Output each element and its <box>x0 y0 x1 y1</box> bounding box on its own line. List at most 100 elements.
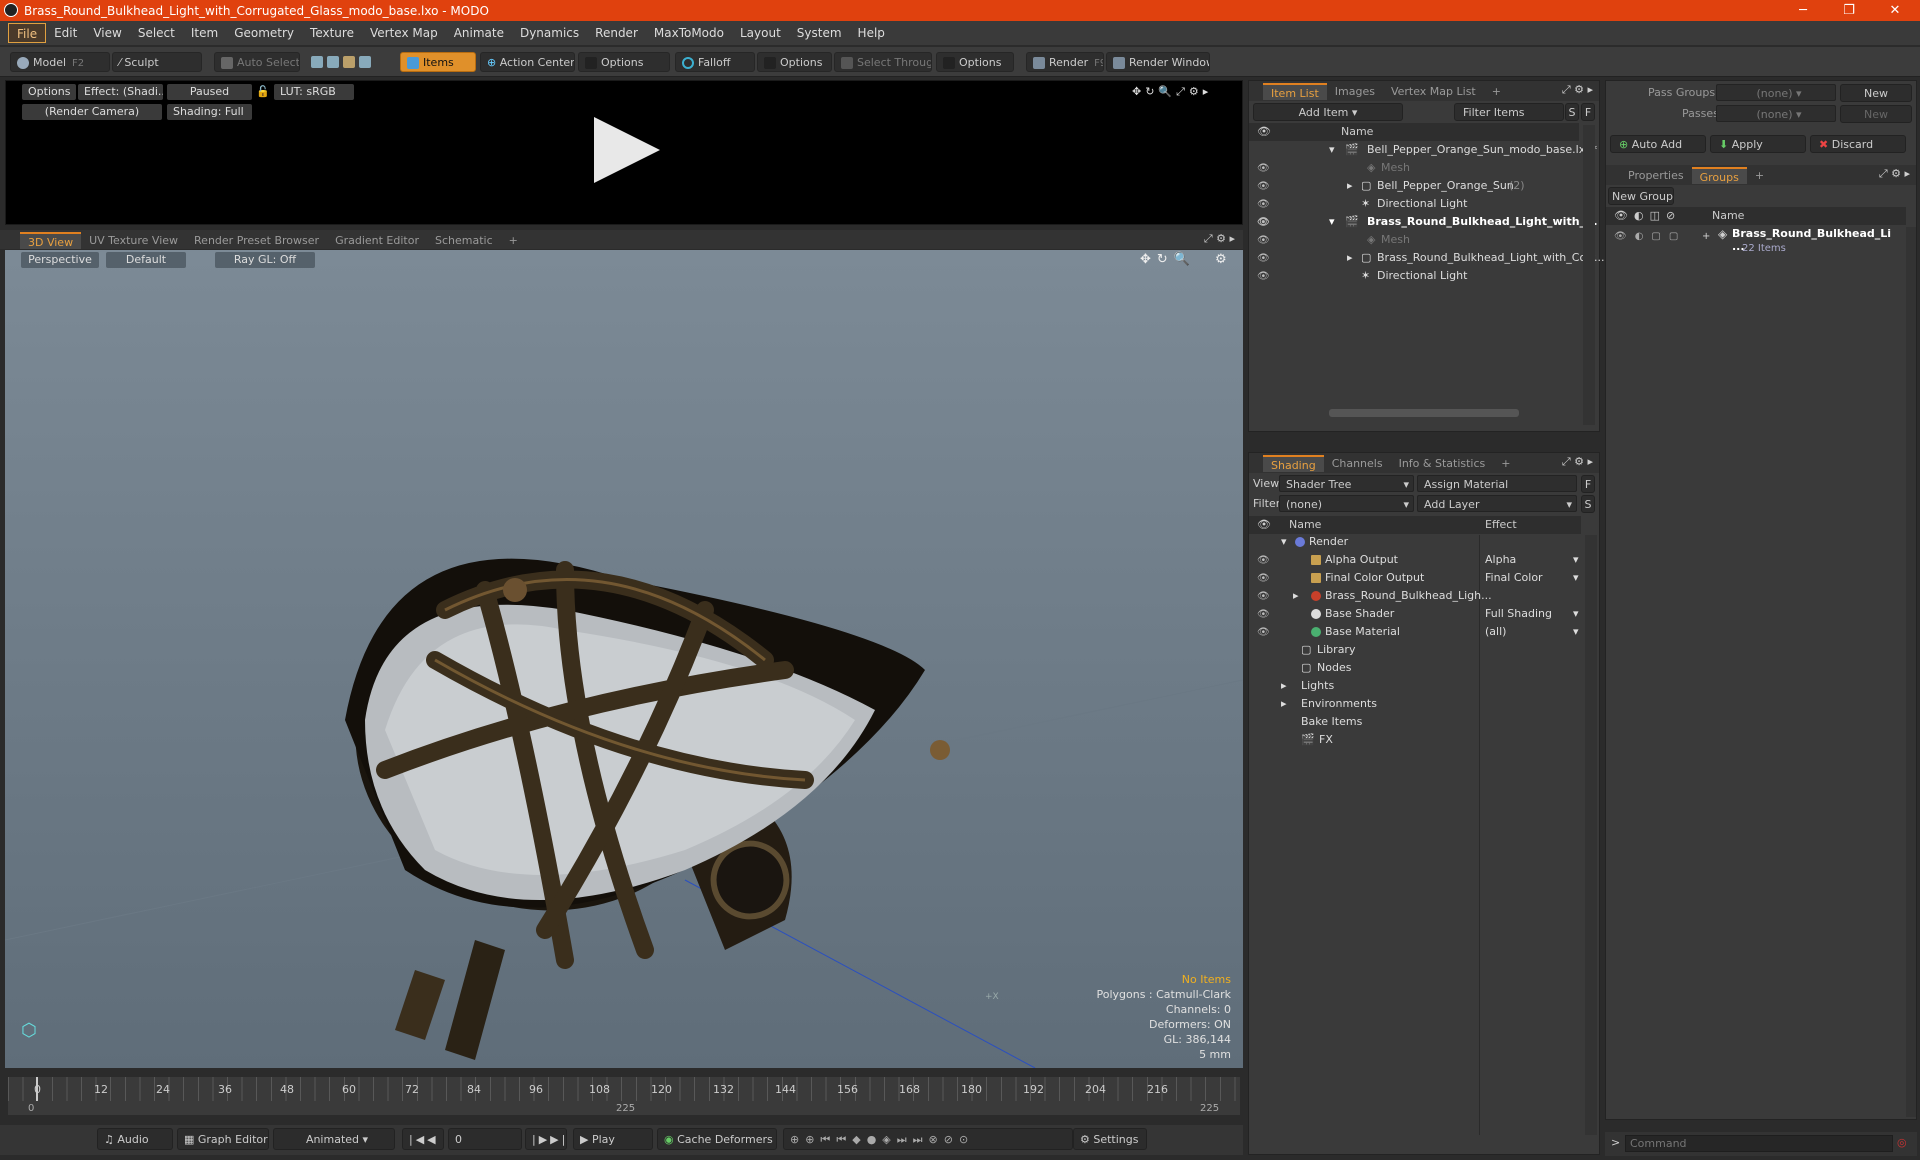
menu-render[interactable]: Render <box>587 23 646 43</box>
passes-dropdown[interactable]: (none) ▾ <box>1716 105 1836 122</box>
minimize-button[interactable]: ─ <box>1780 0 1826 21</box>
menu-animate[interactable]: Animate <box>446 23 512 43</box>
new-pass-button[interactable]: New <box>1840 105 1912 123</box>
items-mode-button[interactable]: Items <box>400 52 476 72</box>
panel-options-icon[interactable]: ⤢ ⚙ ▸ <box>1879 167 1910 181</box>
menu-select[interactable]: Select <box>130 23 183 43</box>
skip-back-icons[interactable]: |◀◀ <box>402 1128 444 1150</box>
shader-row[interactable]: ▾ Render <box>1249 535 1599 553</box>
dropdown-arrow-icon[interactable]: ▾ <box>1573 571 1579 584</box>
auto-select-button[interactable]: Auto Select <box>214 52 300 72</box>
apply-button[interactable]: ⬇ Apply <box>1710 135 1806 153</box>
animated-dropdown[interactable]: Animated ▾ <box>273 1128 395 1150</box>
shader-row[interactable]: 👁 Final Color Output Final Color ▾ <box>1249 571 1599 589</box>
menu-edit[interactable]: Edit <box>46 23 85 43</box>
eye-icon[interactable]: 👁 <box>1257 182 1270 192</box>
paused-toggle[interactable]: Paused <box>167 84 252 100</box>
expand-arrow-icon[interactable]: ▸ <box>1281 697 1287 710</box>
new-group-button[interactable]: New Group <box>1608 187 1674 205</box>
maximize-button[interactable]: ❐ <box>1826 0 1872 21</box>
eye-icon[interactable]: 👁 <box>1257 592 1270 602</box>
expand-arrow-icon[interactable]: ▾ <box>1329 143 1335 156</box>
tab-properties[interactable]: Properties <box>1620 167 1692 184</box>
shader-row[interactable]: ▢ Library <box>1249 643 1599 661</box>
expand-arrow-icon[interactable]: ▸ <box>1281 679 1287 692</box>
action-center-options-button[interactable]: Options <box>578 52 670 72</box>
expand-arrow-icon[interactable]: ▸ <box>1293 589 1299 602</box>
tree-row[interactable]: 👁 ▸ ▢ Bell_Pepper_Orange_Sun (2) <box>1249 179 1599 197</box>
menu-maxtomodo[interactable]: MaxToModo <box>646 23 732 43</box>
edges-icon[interactable] <box>327 56 339 68</box>
menu-help[interactable]: Help <box>850 23 893 43</box>
tab-shading[interactable]: Shading <box>1263 455 1324 472</box>
tree-row[interactable]: 👁 ◈ Mesh <box>1249 161 1599 179</box>
effect-dropdown[interactable]: Effect: (Shadi... <box>78 84 163 100</box>
expand-arrow-icon[interactable]: ▸ <box>1347 251 1353 264</box>
add-layer-dropdown[interactable]: Add Layer ▾ <box>1417 495 1577 512</box>
auto-add-button[interactable]: ⊕ Auto Add <box>1610 135 1706 153</box>
lut-dropdown[interactable]: LUT: sRGB <box>274 84 354 100</box>
add-tab-button[interactable]: + <box>501 232 526 249</box>
dropdown-arrow-icon[interactable]: ▾ <box>1573 553 1579 566</box>
eye-icon[interactable]: 👁 <box>1257 574 1270 584</box>
dropdown-arrow-icon[interactable]: ▾ <box>1573 625 1579 638</box>
tab-images[interactable]: Images <box>1327 83 1383 100</box>
vertical-scrollbar[interactable] <box>1906 227 1916 1117</box>
group-toggles[interactable]: 👁◐▢▢ <box>1614 231 1686 242</box>
eye-icon[interactable]: 👁 <box>1257 236 1270 246</box>
menu-dynamics[interactable]: Dynamics <box>512 23 587 43</box>
eye-icon[interactable]: 👁 <box>1257 164 1270 174</box>
tree-row[interactable]: 👁 ▾ 🎬 Brass_Round_Bulkhead_Light_with_... <box>1249 215 1599 233</box>
shading-dropdown[interactable]: Shading: Full <box>167 104 252 120</box>
eye-icon[interactable]: 👁 <box>1257 610 1270 620</box>
render-button[interactable]: RenderF9 <box>1026 52 1104 72</box>
tab-uv-texture-view[interactable]: UV Texture View <box>81 232 186 249</box>
camera-dropdown[interactable]: (Render Camera) <box>22 104 162 120</box>
tab-gradient-editor[interactable]: Gradient Editor <box>327 232 427 249</box>
falloff-options-button[interactable]: Options <box>757 52 832 72</box>
add-item-dropdown[interactable]: Add Item ▾ <box>1253 103 1403 121</box>
play-button[interactable]: ▶ Play <box>573 1128 653 1150</box>
materials-icon[interactable] <box>359 56 371 68</box>
shader-row[interactable]: 👁 ▸ Brass_Round_Bulkhead_Ligh... <box>1249 589 1599 607</box>
close-button[interactable]: ✕ <box>1872 0 1918 21</box>
eye-icon[interactable]: 👁 <box>1257 628 1270 638</box>
3d-viewport[interactable]: Perspective Default Ray GL: Off ✥↻🔍 ⚙ ⬡ … <box>5 250 1243 1068</box>
menu-geometry[interactable]: Geometry <box>226 23 302 43</box>
expand-icon[interactable]: ⤢ ⚙ ▸ <box>1204 232 1235 246</box>
tab-groups[interactable]: Groups <box>1691 167 1747 184</box>
preview-options-button[interactable]: Options <box>22 84 76 100</box>
step-forward-icons[interactable]: |▶▶| <box>525 1128 567 1150</box>
tab-channels[interactable]: Channels <box>1324 455 1391 472</box>
shader-row[interactable]: 🎬 FX <box>1249 733 1599 751</box>
discard-button[interactable]: ✖ Discard <box>1810 135 1906 153</box>
dropdown-arrow-icon[interactable]: ▾ <box>1573 607 1579 620</box>
tree-row[interactable]: 👁 ✶ Directional Light <box>1249 197 1599 215</box>
falloff-button[interactable]: Falloff <box>675 52 755 72</box>
model-mode-button[interactable]: Model F2 <box>10 52 110 72</box>
tab-schematic[interactable]: Schematic <box>427 232 501 249</box>
lock-icon[interactable]: 🔓 <box>256 84 270 100</box>
tab-info-statistics[interactable]: Info & Statistics <box>1391 455 1494 472</box>
tree-row[interactable]: 👁 ✶ Directional Light <box>1249 269 1599 287</box>
filter-s-button[interactable]: S <box>1565 103 1579 121</box>
command-history-icon[interactable]: ◎ <box>1897 1136 1907 1149</box>
filter-dropdown[interactable]: (none) ▾ <box>1279 495 1414 512</box>
filter-f-button[interactable]: F <box>1581 103 1595 121</box>
audio-button[interactable]: ♫ Audio <box>97 1128 173 1150</box>
shader-row[interactable]: ▸ Lights <box>1249 679 1599 697</box>
expand-icon[interactable]: + <box>1702 231 1710 242</box>
tab-item-list[interactable]: Item List <box>1263 83 1327 100</box>
shader-row[interactable]: ▢ Nodes <box>1249 661 1599 679</box>
vertical-scrollbar[interactable] <box>1583 125 1595 425</box>
tree-row[interactable]: ▾ 🎬 Bell_Pepper_Orange_Sun_modo_base.lxo* <box>1249 143 1599 161</box>
tab-render-preset-browser[interactable]: Render Preset Browser <box>186 232 327 249</box>
menu-vertex-map[interactable]: Vertex Map <box>362 23 446 43</box>
expand-arrow-icon[interactable]: ▾ <box>1281 535 1287 548</box>
menu-system[interactable]: System <box>789 23 850 43</box>
f-button[interactable]: F <box>1581 475 1595 493</box>
assign-material-field[interactable]: Assign Material <box>1417 475 1577 492</box>
select-through-button[interactable]: Select Through <box>834 52 932 72</box>
add-tab-button[interactable]: + <box>1484 83 1509 100</box>
settings-button[interactable]: ⚙ Settings <box>1073 1128 1147 1150</box>
